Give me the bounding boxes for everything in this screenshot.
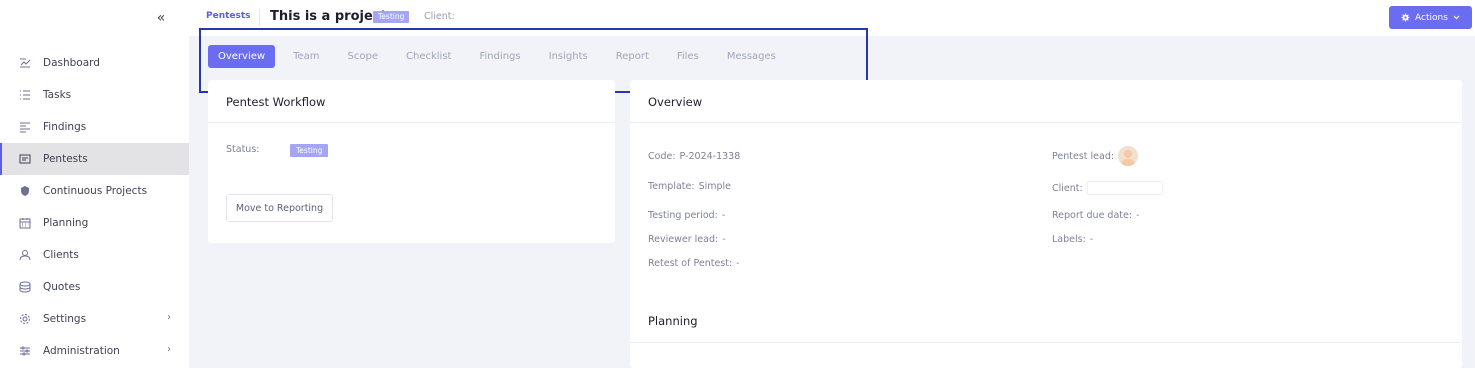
pentests-icon: [18, 152, 32, 166]
sidebar-item-label: Clients: [43, 249, 79, 261]
report-due-label: Report due date:: [1052, 210, 1133, 221]
sidebar-item-continuous-projects[interactable]: Continuous Projects: [0, 175, 189, 207]
client-field-label: Client:: [1052, 182, 1083, 194]
sidebar-item-quotes[interactable]: Quotes: [0, 271, 189, 303]
divider: [259, 9, 260, 26]
status-badge: Testing: [373, 11, 410, 23]
pentest-lead-label: Pentest lead:: [1052, 150, 1115, 162]
code-label: Code:: [648, 151, 676, 162]
chevron-right-icon: ›: [167, 344, 171, 355]
avatar[interactable]: [1118, 146, 1139, 166]
report-due-field: Report due date: -: [1052, 210, 1140, 221]
quotes-icon: [18, 280, 32, 294]
tab-checklist[interactable]: Checklist: [396, 45, 461, 68]
template-field: Template: Simple: [648, 181, 731, 192]
actions-button[interactable]: Actions: [1389, 6, 1472, 29]
sidebar-item-pentests[interactable]: Pentests: [0, 143, 189, 175]
gear-icon: [1401, 13, 1410, 22]
testing-period-field: Testing period: -: [648, 210, 725, 221]
code-value: P-2024-1338: [679, 151, 741, 162]
sidebar-item-findings[interactable]: Findings: [0, 111, 189, 143]
sidebar-item-dashboard[interactable]: Dashboard: [0, 47, 189, 79]
tab-files[interactable]: Files: [667, 45, 709, 68]
workflow-title: Pentest Workflow: [208, 80, 615, 123]
sidebar-item-settings[interactable]: Settings ›: [0, 303, 189, 335]
planning-title: Planning: [648, 314, 698, 328]
top-bar: Pentests This is a project Testing Clien…: [189, 0, 1475, 36]
sidebar-item-label: Dashboard: [43, 57, 100, 69]
tab-overview[interactable]: Overview: [208, 45, 276, 68]
tab-findings[interactable]: Findings: [469, 45, 530, 68]
labels-value: -: [1089, 234, 1094, 245]
breadcrumb[interactable]: Pentests: [206, 11, 251, 21]
clients-icon: [18, 248, 32, 262]
tab-report[interactable]: Report: [606, 45, 659, 68]
sidebar-item-label: Findings: [43, 121, 87, 133]
template-value: Simple: [698, 181, 732, 192]
sidebar-item-administration[interactable]: Administration ›: [0, 335, 189, 367]
reviewer-lead-value: -: [722, 234, 726, 245]
retest-field: Retest of Pentest: -: [648, 258, 740, 269]
sliders-icon: [18, 344, 32, 358]
reviewer-lead-label: Reviewer lead:: [648, 234, 719, 245]
shield-icon: [18, 184, 32, 198]
client-label: Client:: [424, 11, 455, 22]
client-field: Client:: [1052, 181, 1163, 195]
calendar-icon: [18, 216, 32, 230]
pentest-lead-field: Pentest lead:: [1052, 146, 1139, 166]
chevron-right-icon: ›: [167, 312, 171, 323]
sidebar-item-label: Administration: [43, 345, 120, 357]
double-chevron-left-icon[interactable]: «: [152, 9, 170, 27]
actions-label: Actions: [1415, 12, 1448, 23]
overview-card: Overview: [630, 80, 1462, 368]
sidebar-item-planning[interactable]: Planning: [0, 207, 189, 239]
sidebar-item-tasks[interactable]: Tasks: [0, 79, 189, 111]
reviewer-lead-field: Reviewer lead: -: [648, 234, 726, 245]
labels-label: Labels:: [1052, 234, 1086, 245]
code-field: Code: P-2024-1338: [648, 151, 740, 162]
tasks-icon: [18, 88, 32, 102]
overview-title: Overview: [630, 80, 1462, 123]
sidebar-item-label: Planning: [43, 217, 89, 229]
gear-icon: [18, 312, 32, 326]
tab-insights[interactable]: Insights: [539, 45, 598, 68]
retest-label: Retest of Pentest:: [648, 258, 733, 269]
sidebar-item-label: Quotes: [43, 281, 81, 293]
retest-value: -: [736, 258, 740, 269]
sidebar-item-label: Tasks: [43, 89, 72, 101]
workflow-status-badge: Testing: [290, 144, 329, 157]
findings-icon: [18, 120, 32, 134]
tab-team[interactable]: Team: [283, 45, 329, 68]
client-select[interactable]: [1086, 181, 1163, 195]
tab-messages[interactable]: Messages: [717, 45, 786, 68]
sidebar-nav: Dashboard Tasks Findings Pentests Contin…: [0, 47, 189, 367]
tab-scope[interactable]: Scope: [338, 45, 388, 68]
sidebar-item-label: Continuous Projects: [43, 185, 148, 197]
template-label: Template:: [648, 181, 695, 192]
chevron-down-icon: [1453, 15, 1460, 20]
page-title: This is a project: [270, 9, 387, 24]
status-label: Status:: [226, 144, 260, 155]
sidebar-item-label: Pentests: [43, 153, 88, 165]
tab-bar: Overview Team Scope Checklist Findings I…: [208, 45, 794, 68]
sidebar: « Dashboard Tasks Findings Pentests Cont…: [0, 0, 189, 368]
report-due-value: -: [1136, 210, 1140, 221]
testing-period-label: Testing period:: [648, 210, 718, 221]
sidebar-item-clients[interactable]: Clients: [0, 239, 189, 271]
testing-period-value: -: [721, 210, 726, 221]
sidebar-item-label: Settings: [43, 313, 87, 325]
dashboard-icon: [18, 56, 32, 70]
labels-field: Labels: -: [1052, 234, 1093, 245]
move-to-reporting-button[interactable]: Move to Reporting: [226, 194, 333, 222]
divider: [630, 342, 1462, 343]
